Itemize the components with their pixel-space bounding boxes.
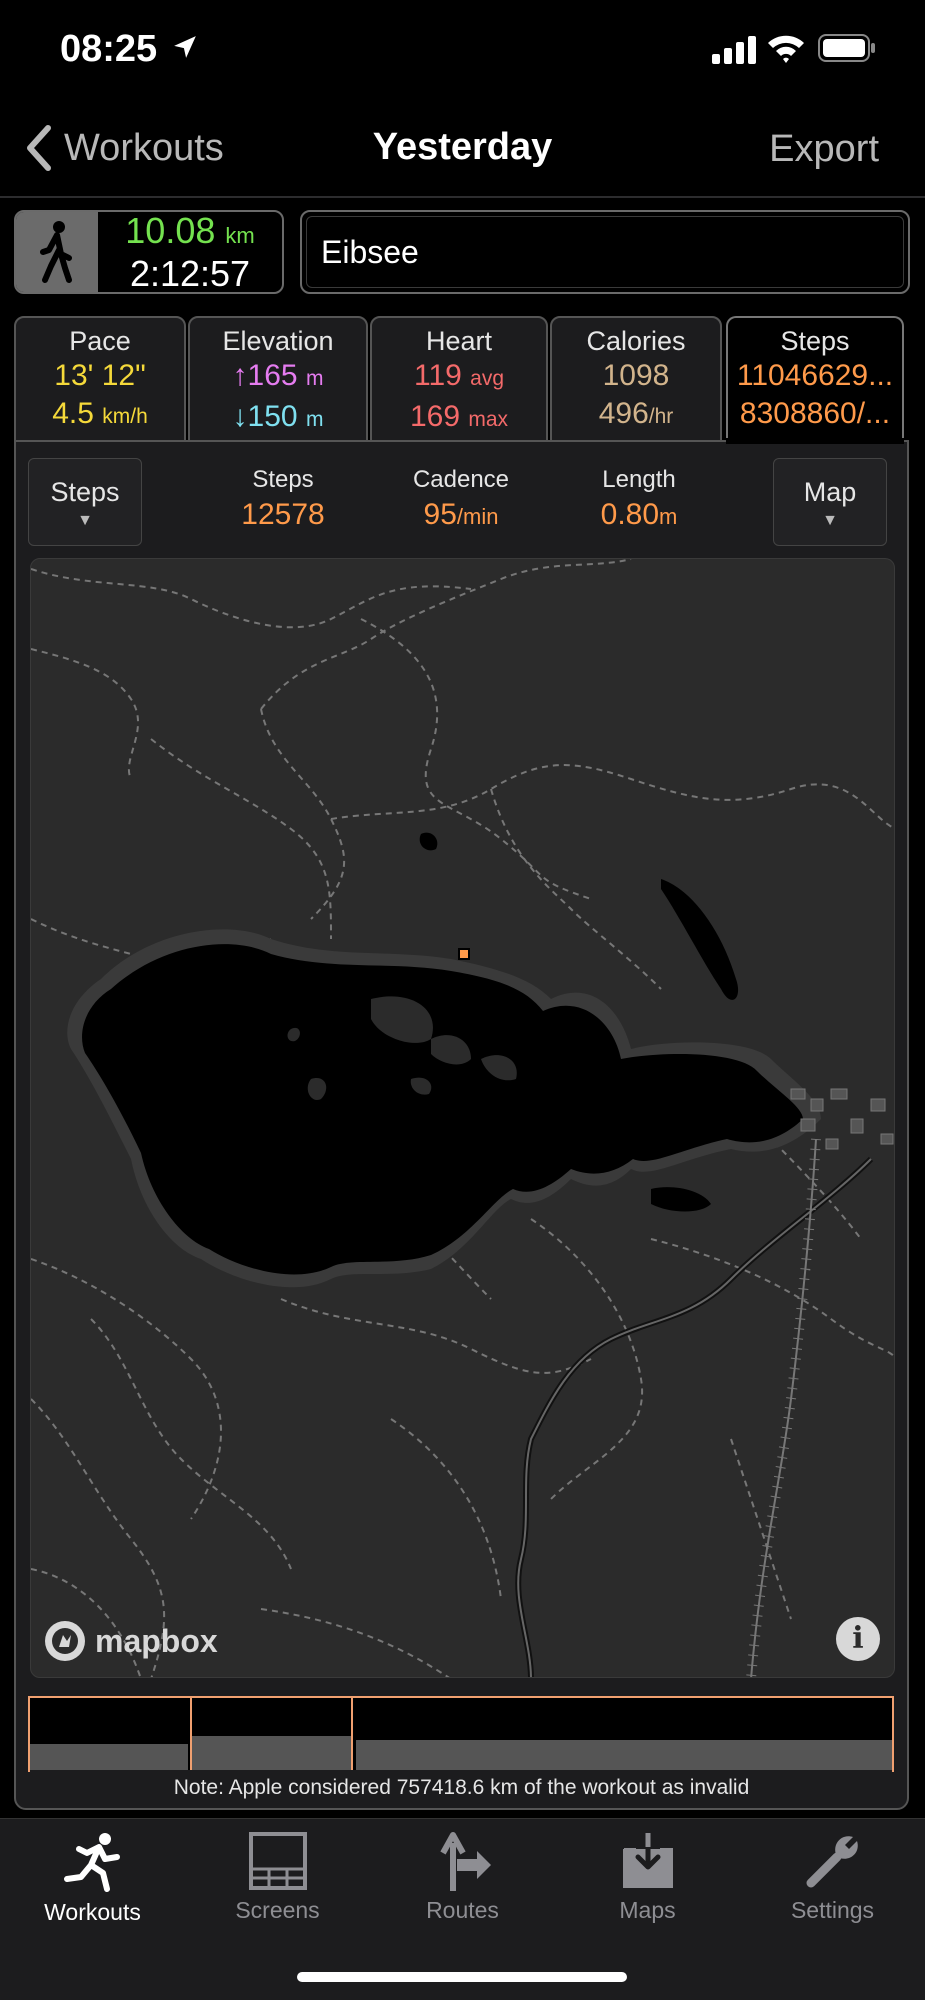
stat-cadence: Cadence 95/min	[412, 466, 510, 531]
tab-settings[interactable]: Settings	[740, 1831, 925, 1924]
timeline-start-handle[interactable]	[28, 1698, 30, 1772]
route-map[interactable]: mapbox i	[30, 558, 895, 1678]
calories-total: 1098	[602, 359, 670, 392]
route-sign-icon	[439, 1832, 491, 1891]
timeline-end-handle[interactable]	[892, 1698, 894, 1772]
caret-down-icon: ▼	[822, 512, 838, 529]
nav-divider	[0, 196, 925, 198]
tab-pace[interactable]: Pace 13' 12" 4.5 km/h	[14, 316, 186, 442]
timeline-bar	[356, 1740, 894, 1770]
elevation-gain: ↑165 m	[232, 359, 324, 392]
view-select-button[interactable]: Map ▼	[773, 458, 887, 546]
wrench-icon	[806, 1836, 858, 1888]
timeline-selection[interactable]	[190, 1696, 353, 1770]
duration-value: 2:12:57	[129, 252, 251, 294]
map-canvas	[31, 559, 894, 1677]
screens-icon	[248, 1832, 307, 1890]
tab-workouts[interactable]: Workouts	[0, 1831, 185, 1926]
mapbox-logo: mapbox	[43, 1619, 218, 1663]
caret-down-icon: ▼	[77, 512, 93, 529]
elevation-loss: ↓150 m	[232, 400, 324, 433]
speed-value: 4.5 km/h	[52, 397, 148, 430]
heart-avg: 119 avg	[413, 359, 505, 392]
metric-select-button[interactable]: Steps ▼	[28, 458, 142, 546]
tab-maps[interactable]: Maps	[555, 1831, 740, 1924]
status-bar: 08:25	[0, 0, 925, 100]
workout-name-field[interactable]: Eibsee	[300, 210, 910, 294]
invalid-data-note: Note: Apple considered 757418.6 km of th…	[173, 1776, 750, 1799]
steps-line-1: 11046629...	[736, 359, 894, 392]
wifi-icon	[768, 35, 804, 63]
stat-length: Length 0.80m	[600, 466, 678, 531]
steps-line-2: 8308860/...	[739, 397, 891, 430]
battery-icon	[818, 34, 875, 62]
stat-steps: Steps 12578	[241, 466, 325, 531]
route-marker	[458, 948, 470, 960]
tab-calories[interactable]: Calories 1098 496/hr	[550, 316, 722, 442]
distance-value: 10.08 km	[125, 210, 255, 251]
walking-person-icon	[40, 221, 72, 283]
tab-steps[interactable]: Steps 11046629... 8308860/...	[726, 316, 904, 446]
workout-timeline[interactable]	[28, 1696, 894, 1772]
workout-type-button[interactable]	[16, 212, 98, 292]
steps-panel: Steps ▼ Steps 12578 Cadence 95/min Lengt…	[14, 440, 909, 1810]
active-tab-connector	[726, 438, 904, 444]
navigation-bar: Workouts Yesterday Export	[0, 110, 925, 190]
runner-icon	[63, 1833, 120, 1892]
tab-screens[interactable]: Screens	[185, 1831, 370, 1924]
workout-summary[interactable]: 10.08 km 2:12:57	[14, 210, 284, 294]
status-time: 08:25	[60, 28, 158, 70]
workout-name-text: Eibsee	[306, 216, 904, 288]
heart-max: 169 max	[409, 400, 509, 433]
download-tray-icon	[622, 1831, 673, 1888]
cellular-signal-icon	[712, 36, 756, 64]
pace-value: 13' 12"	[54, 359, 146, 392]
home-indicator	[297, 1972, 627, 1982]
location-arrow-icon	[174, 36, 196, 58]
tab-heart[interactable]: Heart 119 avg 169 max	[370, 316, 548, 442]
export-button[interactable]: Export	[769, 128, 879, 171]
mapbox-mark-icon	[45, 1621, 85, 1661]
tab-elevation[interactable]: Elevation ↑165 m ↓150 m	[188, 316, 368, 442]
calories-rate: 496/hr	[598, 397, 674, 430]
map-info-button[interactable]: i	[836, 1617, 880, 1661]
tab-routes[interactable]: Routes	[370, 1831, 555, 1924]
timeline-bar	[28, 1744, 188, 1770]
